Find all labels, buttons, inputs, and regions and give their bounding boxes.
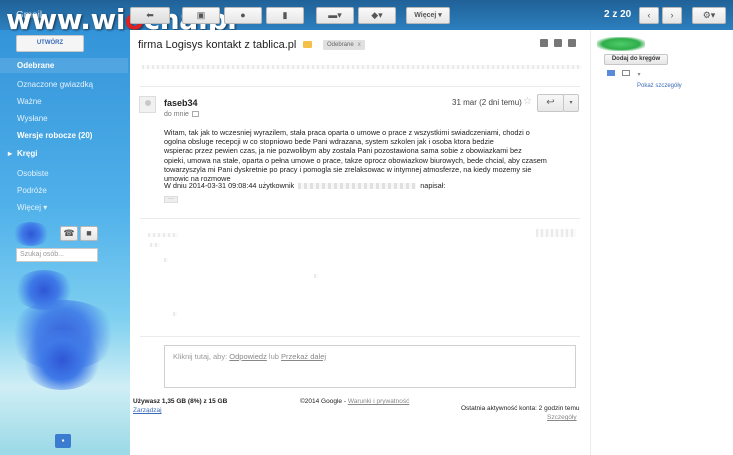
compose-button[interactable]: UTWÓRZ	[16, 35, 84, 52]
contact-actions: ▾	[607, 69, 650, 78]
message-subject: firma Logisys kontakt z tablica.pl	[138, 39, 297, 51]
move-to-button[interactable]: ▬▾	[316, 7, 354, 24]
sidebar-item-important[interactable]: Ważne	[0, 97, 128, 106]
add-to-circles-button[interactable]: Dodaj do kręgów	[604, 54, 668, 65]
sidebar-item-personal[interactable]: Osobiste	[0, 169, 128, 178]
show-details-link[interactable]: Pokaż szczegóły	[637, 83, 682, 89]
labels-button[interactable]: ◆▾	[358, 7, 396, 24]
back-button[interactable]: ⬅	[130, 7, 170, 24]
contact-name-redacted	[597, 37, 645, 51]
sidebar-item-drafts[interactable]: Wersje robocze (20)	[0, 131, 128, 140]
storage-usage: Używasz 1,35 GB (8%) z 15 GB	[133, 398, 228, 405]
chat-bubble-icon[interactable]: ▪	[55, 434, 71, 448]
message-date: 31 mar (2 dni temu)	[452, 98, 522, 107]
search-people-input[interactable]: Szukaj osób...	[16, 248, 98, 262]
avatar	[139, 96, 156, 113]
reply-button[interactable]: ↩	[537, 94, 564, 112]
newer-button[interactable]: ‹	[639, 7, 659, 24]
older-button[interactable]: ›	[662, 7, 682, 24]
collapsed-message-redacted	[142, 65, 582, 69]
body-line: wspierac przez pewien czas, ja nie pozwo…	[164, 146, 522, 156]
call-button[interactable]: ☎	[60, 226, 78, 241]
chevron-down-icon: ▾	[569, 100, 573, 106]
chevron-right-icon: ›	[670, 10, 674, 20]
redacted-text	[314, 274, 318, 278]
divider	[140, 336, 580, 337]
body-line: Witam, tak jak to wczesniej wyrazilem, s…	[164, 128, 530, 137]
new-window-icon[interactable]	[568, 39, 576, 47]
chevron-down-icon[interactable]: ▾	[637, 71, 645, 78]
video-call-button[interactable]: ■	[80, 226, 98, 241]
divider	[140, 218, 580, 219]
expand-all-icon[interactable]	[540, 39, 548, 47]
reply-link[interactable]: Odpowiedz	[229, 352, 267, 361]
forward-link[interactable]: Przekaż dalej	[281, 352, 326, 361]
show-trimmed-content-button[interactable]: ···	[164, 196, 178, 203]
message-body: Witam, tak jak to wczesniej wyrazilem, s…	[164, 128, 564, 183]
settings-button[interactable]: ⚙▾	[692, 7, 726, 24]
redacted-text	[164, 258, 168, 262]
print-icon[interactable]	[554, 39, 562, 47]
body-line: ogolna obsluge recepcji w co stopniowo b…	[164, 137, 494, 147]
redacted-text	[150, 243, 160, 247]
report-spam-button[interactable]: ●	[224, 7, 262, 24]
more-button[interactable]: Więcej ▾	[406, 7, 450, 24]
label-chip[interactable]: Odebrane x	[323, 40, 365, 50]
redacted-email	[298, 183, 417, 189]
sidebar-item-sent[interactable]: Wysłane	[0, 114, 128, 123]
reply-icon: ↩	[546, 97, 555, 108]
delete-button[interactable]: ▮	[266, 7, 304, 24]
chat-avatar-redacted	[12, 222, 50, 246]
sidebar-item-more[interactable]: Więcej ▾	[0, 203, 128, 212]
manage-storage-link[interactable]: Zarządzaj	[133, 407, 162, 414]
activity-details-link[interactable]: Szczegóły	[547, 414, 577, 421]
sidebar-item-circles[interactable]: ▸ Kręgi	[0, 149, 128, 158]
body-line: towarzyszyla mi Pani dyskretnie po pracy…	[164, 164, 532, 174]
page-indicator: 2 z 20	[604, 9, 632, 20]
star-icon[interactable]: ☆	[523, 96, 532, 107]
message-more-button[interactable]: ▾	[563, 94, 579, 112]
trash-icon: ▮	[282, 10, 288, 20]
back-arrow-icon: ⬅	[146, 10, 154, 20]
label-icon: ◆▾	[371, 10, 383, 20]
sender-name[interactable]: faseb34	[164, 98, 198, 108]
chat-icon[interactable]	[607, 70, 615, 76]
divider	[140, 86, 580, 87]
redacted-controls	[536, 229, 576, 237]
video-icon: ■	[86, 228, 92, 238]
last-activity: Ostatnia aktywność konta: 2 godzin temu	[461, 405, 580, 412]
redacted-text	[173, 312, 177, 316]
details-dropdown-icon[interactable]	[191, 111, 199, 117]
important-marker-icon[interactable]	[303, 41, 312, 48]
archive-button[interactable]: ▣	[182, 7, 220, 24]
message-pane	[130, 30, 590, 455]
sidebar-item-starred[interactable]: Oznaczone gwiazdką	[0, 80, 128, 89]
redacted-sender	[148, 233, 178, 237]
sidebar-item-inbox[interactable]: Odebrane	[0, 61, 128, 70]
terms-link[interactable]: Warunki i prywatność	[348, 398, 410, 405]
copyright: ©2014 Google - Warunki i prywatność	[300, 398, 410, 405]
quick-reply-box[interactable]: Kliknij tutaj, aby: Odpowiedz lub Przeka…	[164, 345, 576, 388]
close-icon[interactable]: x	[358, 42, 361, 48]
body-line: opieki, umowa na stałe, oparta o pełna u…	[164, 155, 547, 165]
chat-list-redacted	[22, 330, 102, 390]
spam-icon: ●	[240, 10, 246, 20]
phone-icon: ☎	[63, 228, 75, 238]
gear-icon: ⚙▾	[702, 10, 716, 20]
archive-icon: ▣	[196, 10, 206, 20]
recipient-line: do mnie	[164, 111, 199, 118]
mail-icon[interactable]	[622, 70, 631, 76]
sidebar-item-travel[interactable]: Podróże	[0, 186, 128, 195]
triangle-icon: ▸	[8, 149, 13, 158]
chevron-left-icon: ‹	[647, 10, 651, 20]
quote-header: W dniu 2014-03-31 09:08:44 użytkownik nap…	[164, 181, 446, 190]
folder-icon: ▬▾	[328, 10, 342, 20]
contact-pane	[590, 30, 733, 455]
